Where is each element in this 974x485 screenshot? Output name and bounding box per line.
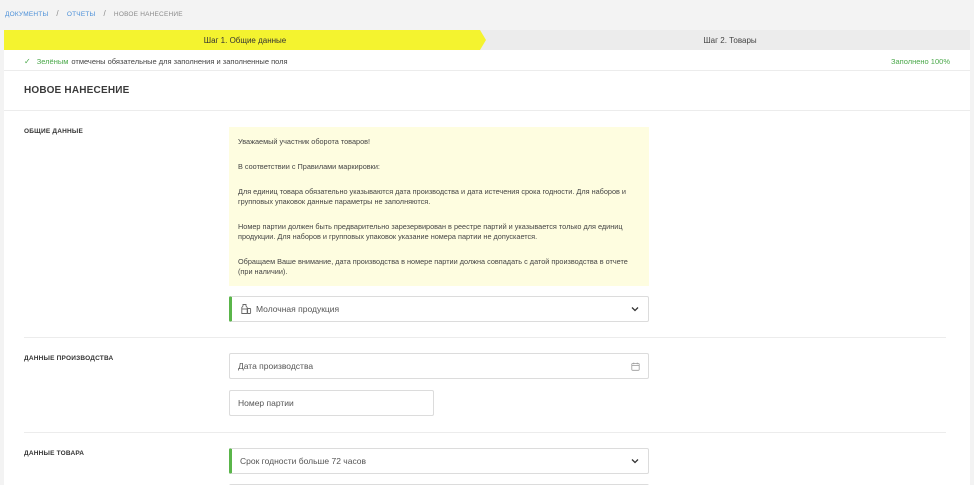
chevron-down-icon (628, 458, 642, 464)
fill-progress: Заполнено 100% (890, 56, 950, 66)
info-paragraph: Для единиц товара обязательно указываютс… (238, 187, 627, 206)
breadcrumb-separator: / (103, 9, 106, 18)
section-label-production: ДАННЫЕ ПРОИЗВОДСТВА (24, 355, 114, 362)
section-label-general: ОБЩИЕ ДАННЫЕ (24, 128, 83, 135)
breadcrumb-documents[interactable]: ДОКУМЕНТЫ (5, 11, 48, 18)
info-paragraph: Номер партии должен быть предварительно … (238, 222, 623, 241)
dairy-product-icon (240, 303, 252, 315)
info-paragraph: Обращаем Ваше внимание, дата производств… (238, 257, 628, 276)
stepper: Шаг 1. Общие данные Шаг 2. Товары (4, 30, 970, 50)
breadcrumb-reports[interactable]: ОТЧЕТЫ (67, 11, 96, 18)
production-date-field[interactable]: Дата производства (229, 353, 649, 379)
divider (24, 432, 946, 433)
breadcrumb-separator: / (56, 9, 59, 18)
info-box: Уважаемый участник оборота товаров! В со… (229, 127, 649, 286)
page-title: НОВОЕ НАНЕСЕНИЕ (24, 85, 130, 96)
product-group-select[interactable]: Молочная продукция (229, 296, 649, 322)
calendar-icon[interactable] (628, 362, 642, 371)
notice-green-word: Зелёным (36, 56, 69, 66)
product-group-value: Молочная продукция (256, 304, 340, 314)
required-fields-notice: ✓ Зелёным отмечены обязательные для запо… (24, 55, 288, 67)
production-date-placeholder: Дата производства (238, 361, 314, 371)
batch-number-placeholder: Номер партии (238, 398, 294, 408)
batch-number-field[interactable]: Номер партии (229, 390, 434, 416)
divider (4, 70, 970, 71)
shelf-life-select[interactable]: Срок годности больше 72 часов (229, 448, 649, 474)
info-paragraph: Уважаемый участник оборота товаров! (238, 137, 371, 146)
breadcrumb: ДОКУМЕНТЫ / ОТЧЕТЫ / НОВОЕ НАНЕСЕНИЕ (5, 9, 183, 21)
form-card: ✓ Зелёным отмечены обязательные для запо… (4, 50, 970, 485)
step-general-data[interactable]: Шаг 1. Общие данные (4, 30, 486, 50)
shelf-life-value: Срок годности больше 72 часов (240, 456, 367, 466)
check-icon: ✓ (24, 56, 31, 66)
breadcrumb-current: НОВОЕ НАНЕСЕНИЕ (113, 11, 183, 18)
divider (4, 110, 970, 111)
step-goods[interactable]: Шаг 2. Товары (490, 30, 970, 50)
divider (24, 337, 946, 338)
info-paragraph: В соответствии с Правилами маркировки: (238, 162, 380, 171)
section-label-product: ДАННЫЕ ТОВАРА (24, 450, 85, 457)
chevron-down-icon (628, 306, 642, 312)
notice-text: отмечены обязательные для заполнения и з… (71, 56, 288, 66)
